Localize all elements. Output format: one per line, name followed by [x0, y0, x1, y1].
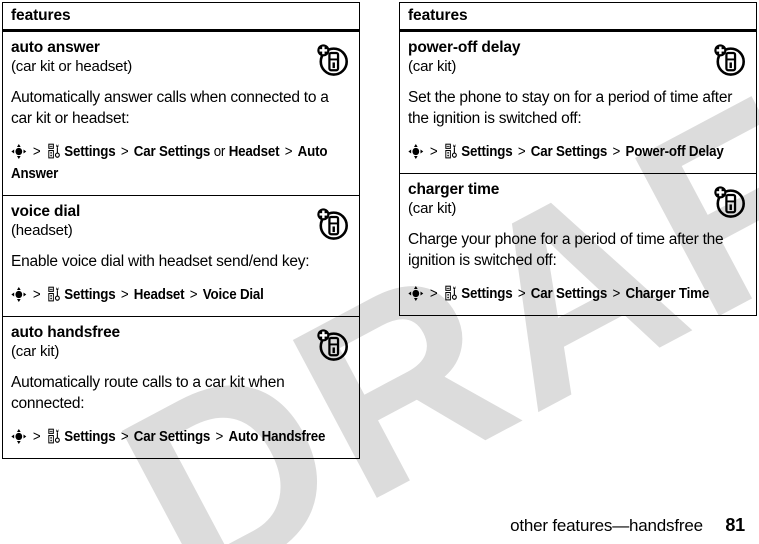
path-separator: >	[117, 428, 132, 445]
table-row: charger time (car kit) Charge your phone…	[399, 172, 757, 316]
features-header-cell: features	[399, 1, 757, 33]
feature-cell-power-off-delay: power-off delay (car kit) Set the phone …	[399, 30, 757, 174]
footer-section-title: other features—handsfree	[510, 516, 703, 535]
path-separator: >	[609, 144, 624, 161]
feature-description: Charge your phone for a period of time a…	[408, 231, 724, 270]
feature-cell-auto-handsfree: auto handsfree (car kit) Automatically r…	[2, 315, 360, 459]
feature-menu-path: > Settings > Car Settings > Auto Handsfr…	[11, 427, 350, 449]
feature-cell-charger-time: charger time (car kit) Charge your phone…	[399, 172, 757, 316]
path-separator: >	[29, 144, 45, 161]
features-header-label: features	[11, 7, 71, 24]
path-separator: >	[186, 286, 201, 303]
path-separator: >	[514, 144, 529, 161]
path-menu-item: Voice Dial	[202, 286, 264, 303]
table-row: power-off delay (car kit) Set the phone …	[399, 30, 757, 174]
path-separator: >	[117, 144, 132, 161]
features-table: features auto answer (car kit or headset…	[2, 1, 360, 459]
feature-cell-auto-answer: auto answer (car kit or headset) Automat…	[2, 30, 360, 196]
settings-tools-icon	[445, 143, 457, 159]
features-table-left: features auto answer (car kit or headset…	[2, 1, 360, 459]
feature-menu-path: > Settings > Car Settings > Charger Time	[408, 284, 747, 306]
settings-tools-icon	[48, 286, 60, 302]
path-menu-item: Settings	[461, 286, 513, 303]
manual-page: features auto answer (car kit or headset…	[0, 0, 759, 544]
path-menu-item: Car Settings	[530, 286, 608, 303]
navigation-key-icon	[408, 144, 424, 160]
feature-description: Set the phone to stay on for a period of…	[408, 89, 733, 128]
table-row: voice dial (headset) Enable voice dial w…	[2, 194, 360, 317]
path-menu-item: Car Settings	[530, 144, 608, 161]
navigation-key-icon	[408, 286, 424, 302]
settings-tools-icon	[48, 428, 60, 444]
path-menu-item: Settings	[64, 428, 116, 445]
path-menu-item: Charger Time	[625, 286, 710, 303]
path-separator: >	[426, 286, 442, 303]
settings-tools-icon	[48, 143, 60, 159]
path-menu-item: Headset	[228, 144, 280, 161]
path-separator: >	[117, 286, 132, 303]
page-footer: other features—handsfree 81	[0, 515, 745, 536]
feature-subtitle: (headset)	[11, 221, 73, 239]
features-header-cell: features	[2, 1, 360, 33]
path-menu-item: Car Settings	[133, 428, 211, 445]
features-table-body: features power-off delay (car kit) Set t…	[399, 1, 757, 316]
feature-title: power-off delay	[408, 39, 521, 57]
path-separator: >	[212, 428, 227, 445]
path-separator: >	[609, 286, 624, 303]
feature-subtitle: (car kit)	[408, 58, 457, 76]
feature-heading-block: auto answer (car kit or headset)	[11, 39, 351, 76]
navigation-key-icon	[11, 428, 27, 444]
feature-heading-block: auto handsfree (car kit)	[11, 324, 351, 361]
path-separator: >	[281, 144, 296, 161]
table-header-row: features	[399, 1, 757, 33]
path-menu-item: Power-off Delay	[625, 144, 724, 161]
table-row: auto answer (car kit or headset) Automat…	[2, 30, 360, 196]
feature-title: charger time	[408, 180, 500, 198]
feature-subtitle: (car kit)	[11, 342, 60, 360]
phone-accessory-icon	[714, 44, 745, 76]
feature-description: Enable voice dial with headset send/end …	[11, 252, 310, 270]
path-menu-item: Auto Handsfree	[228, 428, 326, 445]
table-header-row: features	[2, 1, 360, 33]
path-menu-item: Settings	[64, 144, 116, 161]
path-separator: >	[29, 286, 45, 303]
feature-heading-block: power-off delay (car kit)	[408, 39, 748, 76]
path-separator: >	[514, 286, 529, 303]
navigation-key-icon	[11, 144, 27, 160]
phone-accessory-icon	[317, 328, 348, 361]
feature-title: voice dial	[11, 202, 81, 220]
settings-tools-icon	[445, 285, 457, 301]
feature-title: auto answer	[11, 39, 100, 57]
feature-description: Automatically route calls to a car kit w…	[11, 373, 285, 412]
feature-subtitle: (car kit or headset)	[11, 58, 133, 76]
path-separator: >	[426, 144, 442, 161]
path-separator: >	[29, 428, 45, 445]
feature-menu-path: > Settings > Car Settings or Headset > A…	[11, 142, 350, 186]
feature-description: Automatically answer calls when connecte…	[11, 89, 329, 128]
phone-accessory-icon	[317, 44, 348, 76]
table-row: auto handsfree (car kit) Automatically r…	[2, 315, 360, 459]
path-menu-item: Settings	[461, 144, 513, 161]
feature-cell-voice-dial: voice dial (headset) Enable voice dial w…	[2, 194, 360, 317]
path-menu-item: Settings	[64, 286, 116, 303]
path-menu-item: Headset	[133, 286, 185, 303]
feature-subtitle: (car kit)	[408, 200, 457, 218]
navigation-key-icon	[11, 286, 27, 302]
feature-heading-block: charger time (car kit)	[408, 181, 748, 218]
feature-menu-path: > Settings > Car Settings > Power-off De…	[408, 142, 747, 164]
feature-title: auto handsfree	[11, 323, 121, 341]
features-header-label: features	[408, 7, 468, 24]
path-conjunction: or	[210, 144, 229, 161]
page-number: 81	[725, 515, 745, 535]
features-table-right: features power-off delay (car kit) Set t…	[399, 1, 757, 316]
features-table: features power-off delay (car kit) Set t…	[399, 1, 757, 316]
phone-accessory-icon	[714, 186, 745, 218]
path-menu-item: Car Settings	[133, 144, 211, 161]
phone-accessory-icon	[317, 207, 348, 240]
features-table-body: features auto answer (car kit or headset…	[2, 1, 360, 459]
feature-menu-path: > Settings > Headset > Voice Dial	[11, 285, 350, 307]
feature-heading-block: voice dial (headset)	[11, 203, 351, 240]
